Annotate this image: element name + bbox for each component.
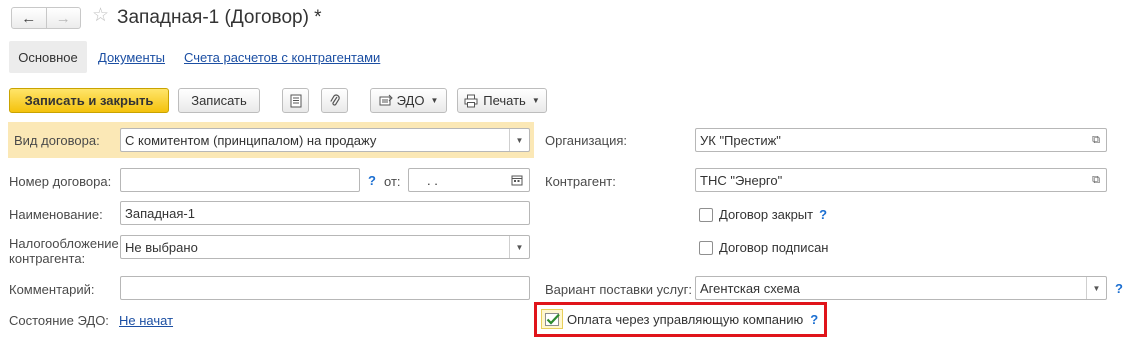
payment-via-mc-label: Оплата через управляющую компанию bbox=[567, 311, 804, 327]
name-label: Наименование: bbox=[9, 207, 103, 222]
back-button[interactable]: ← bbox=[12, 8, 47, 28]
save-and-close-button[interactable]: Записать и закрыть bbox=[9, 88, 169, 113]
comment-label: Комментарий: bbox=[9, 282, 95, 297]
contract-number-help-icon[interactable]: ? bbox=[368, 173, 376, 188]
organization-input[interactable]: УК "Престиж" ⧉ bbox=[695, 128, 1107, 152]
chevron-down-icon: ▼ bbox=[531, 96, 540, 105]
taxation-label-line1: Налогообложение bbox=[9, 236, 119, 251]
service-variant-value: Агентская схема bbox=[700, 280, 800, 296]
arrow-left-icon: ← bbox=[21, 9, 37, 27]
name-value: Западная-1 bbox=[125, 205, 195, 221]
attachments-button[interactable] bbox=[321, 88, 348, 113]
comment-input[interactable] bbox=[120, 276, 530, 300]
service-variant-label: Вариант поставки услуг: bbox=[545, 282, 692, 297]
edo-label: ЭДО bbox=[396, 93, 425, 108]
contract-closed-checkbox[interactable] bbox=[699, 207, 713, 222]
contract-closed-label: Договор закрыт bbox=[719, 207, 814, 222]
tab-settlement-accounts[interactable]: Счета расчетов с контрагентами bbox=[184, 50, 380, 65]
taxation-select[interactable]: Не выбрано ▼ bbox=[120, 235, 530, 259]
taxation-label: Налогообложение контрагента: bbox=[9, 236, 119, 266]
contract-type-select[interactable]: С комитентом (принципалом) на продажу ▼ bbox=[120, 128, 530, 152]
edo-icon bbox=[379, 94, 393, 105]
contract-date-input[interactable]: . . bbox=[408, 168, 530, 192]
payment-via-mc-help-icon[interactable]: ? bbox=[810, 312, 818, 327]
name-input[interactable]: Западная-1 bbox=[120, 201, 530, 225]
tab-documents[interactable]: Документы bbox=[98, 50, 165, 65]
edo-menu-button[interactable]: ЭДО ▼ bbox=[370, 88, 447, 113]
edo-state-label: Состояние ЭДО: bbox=[9, 313, 109, 328]
print-label: Печать bbox=[483, 93, 526, 108]
forward-button[interactable]: → bbox=[47, 8, 81, 28]
calendar-icon[interactable] bbox=[511, 174, 523, 186]
counterparty-value: ТНС "Энерго" bbox=[700, 172, 783, 188]
favorite-star-icon[interactable]: ☆ bbox=[92, 6, 109, 25]
contract-closed-row: Договор закрыт ? bbox=[699, 207, 827, 222]
tab-main[interactable]: Основное bbox=[9, 41, 87, 73]
contract-signed-row: Договор подписан bbox=[699, 240, 828, 255]
date-label: от: bbox=[384, 174, 401, 189]
report-button[interactable] bbox=[282, 88, 309, 113]
chevron-down-icon[interactable]: ▼ bbox=[509, 236, 529, 258]
payment-via-mc-row: Оплата через управляющую компанию ? bbox=[541, 309, 818, 329]
contract-number-label: Номер договора: bbox=[9, 174, 112, 189]
chevron-down-icon: ▼ bbox=[430, 96, 439, 105]
contract-signed-checkbox[interactable] bbox=[699, 240, 713, 255]
counterparty-label: Контрагент: bbox=[545, 174, 616, 189]
open-icon[interactable]: ⧉ bbox=[1092, 174, 1100, 187]
service-variant-select[interactable]: Агентская схема ▼ bbox=[695, 276, 1107, 300]
checkmark-icon bbox=[544, 312, 560, 326]
taxation-label-line2: контрагента: bbox=[9, 251, 86, 266]
printer-icon bbox=[464, 94, 478, 107]
counterparty-input[interactable]: ТНС "Энерго" ⧉ bbox=[695, 168, 1107, 192]
document-list-icon bbox=[290, 94, 301, 107]
chevron-down-icon[interactable]: ▼ bbox=[509, 129, 529, 151]
payment-via-mc-checkbox[interactable] bbox=[541, 309, 563, 329]
taxation-value: Не выбрано bbox=[125, 239, 198, 255]
edo-state-link[interactable]: Не начат bbox=[119, 313, 173, 328]
arrow-right-icon: → bbox=[55, 9, 71, 27]
contract-type-label: Вид договора: bbox=[14, 133, 100, 148]
contract-signed-label: Договор подписан bbox=[719, 240, 829, 255]
navigation-buttons: ← → bbox=[11, 7, 81, 29]
save-button[interactable]: Записать bbox=[178, 88, 260, 113]
print-menu-button[interactable]: Печать ▼ bbox=[457, 88, 547, 113]
service-variant-help-icon[interactable]: ? bbox=[1115, 281, 1123, 296]
contract-closed-help-icon[interactable]: ? bbox=[819, 207, 827, 222]
organization-value: УК "Престиж" bbox=[700, 132, 781, 148]
contract-type-value: С комитентом (принципалом) на продажу bbox=[125, 132, 377, 148]
page-title: Западная-1 (Договор) * bbox=[117, 7, 322, 28]
contract-number-input[interactable] bbox=[120, 168, 360, 192]
contract-date-value: . . bbox=[427, 172, 438, 188]
paperclip-icon bbox=[329, 94, 340, 106]
organization-label: Организация: bbox=[545, 133, 628, 148]
chevron-down-icon[interactable]: ▼ bbox=[1086, 277, 1106, 299]
open-icon[interactable]: ⧉ bbox=[1092, 134, 1100, 147]
